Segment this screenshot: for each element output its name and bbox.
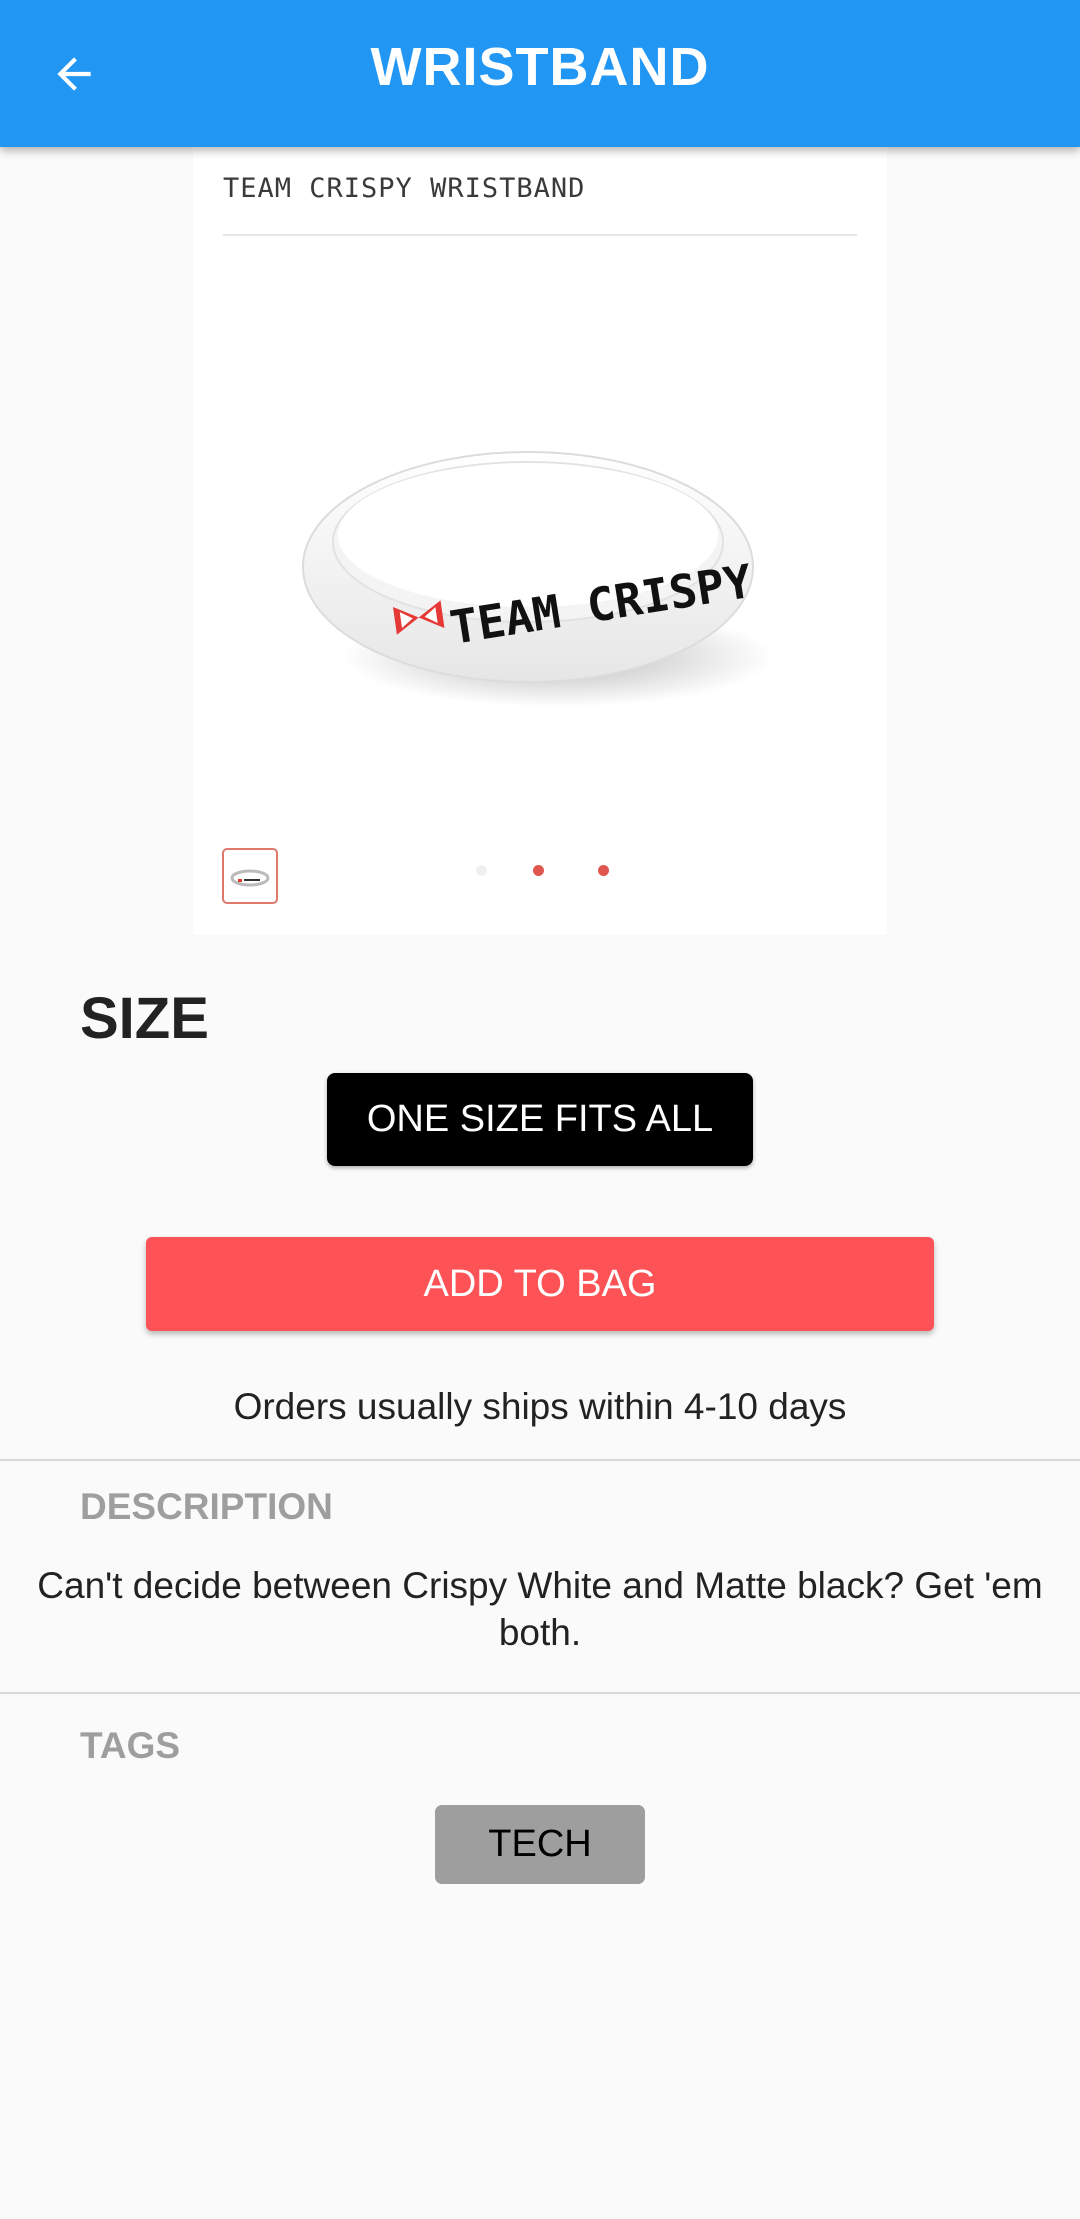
divider — [0, 1459, 1080, 1461]
wristband-thumbnail-image — [230, 869, 270, 887]
tag-chip[interactable]: TECH — [435, 1805, 645, 1884]
add-to-bag-button[interactable]: ADD TO BAG — [146, 1237, 934, 1331]
shipping-note: Orders usually ships within 4-10 days — [233, 1386, 847, 1427]
carousel-dot-2[interactable] — [533, 865, 544, 876]
tags-heading: TAGS — [80, 1725, 181, 1766]
carousel-dot-1[interactable] — [476, 865, 487, 876]
product-card-title: TEAM CRISPY WRISTBAND — [223, 173, 586, 204]
size-heading: SIZE — [80, 986, 209, 1051]
divider — [0, 1692, 1080, 1694]
product-thumbnail[interactable] — [222, 848, 278, 904]
carousel-dot-3[interactable] — [598, 865, 609, 876]
product-image-carousel[interactable]: TEAM CRISPY WRISTBAND TEAM CRISPY — [193, 147, 887, 935]
app-bar: WRISTBAND — [0, 0, 1080, 147]
description-heading: DESCRIPTION — [80, 1486, 333, 1527]
wristband-product-image: TEAM CRISPY — [302, 451, 768, 707]
card-divider — [223, 234, 857, 236]
description-text: Can't decide between Crispy White and Ma… — [37, 1565, 1043, 1653]
size-option-button[interactable]: ONE SIZE FITS ALL — [327, 1073, 753, 1166]
page-title: WRISTBAND — [370, 37, 710, 97]
